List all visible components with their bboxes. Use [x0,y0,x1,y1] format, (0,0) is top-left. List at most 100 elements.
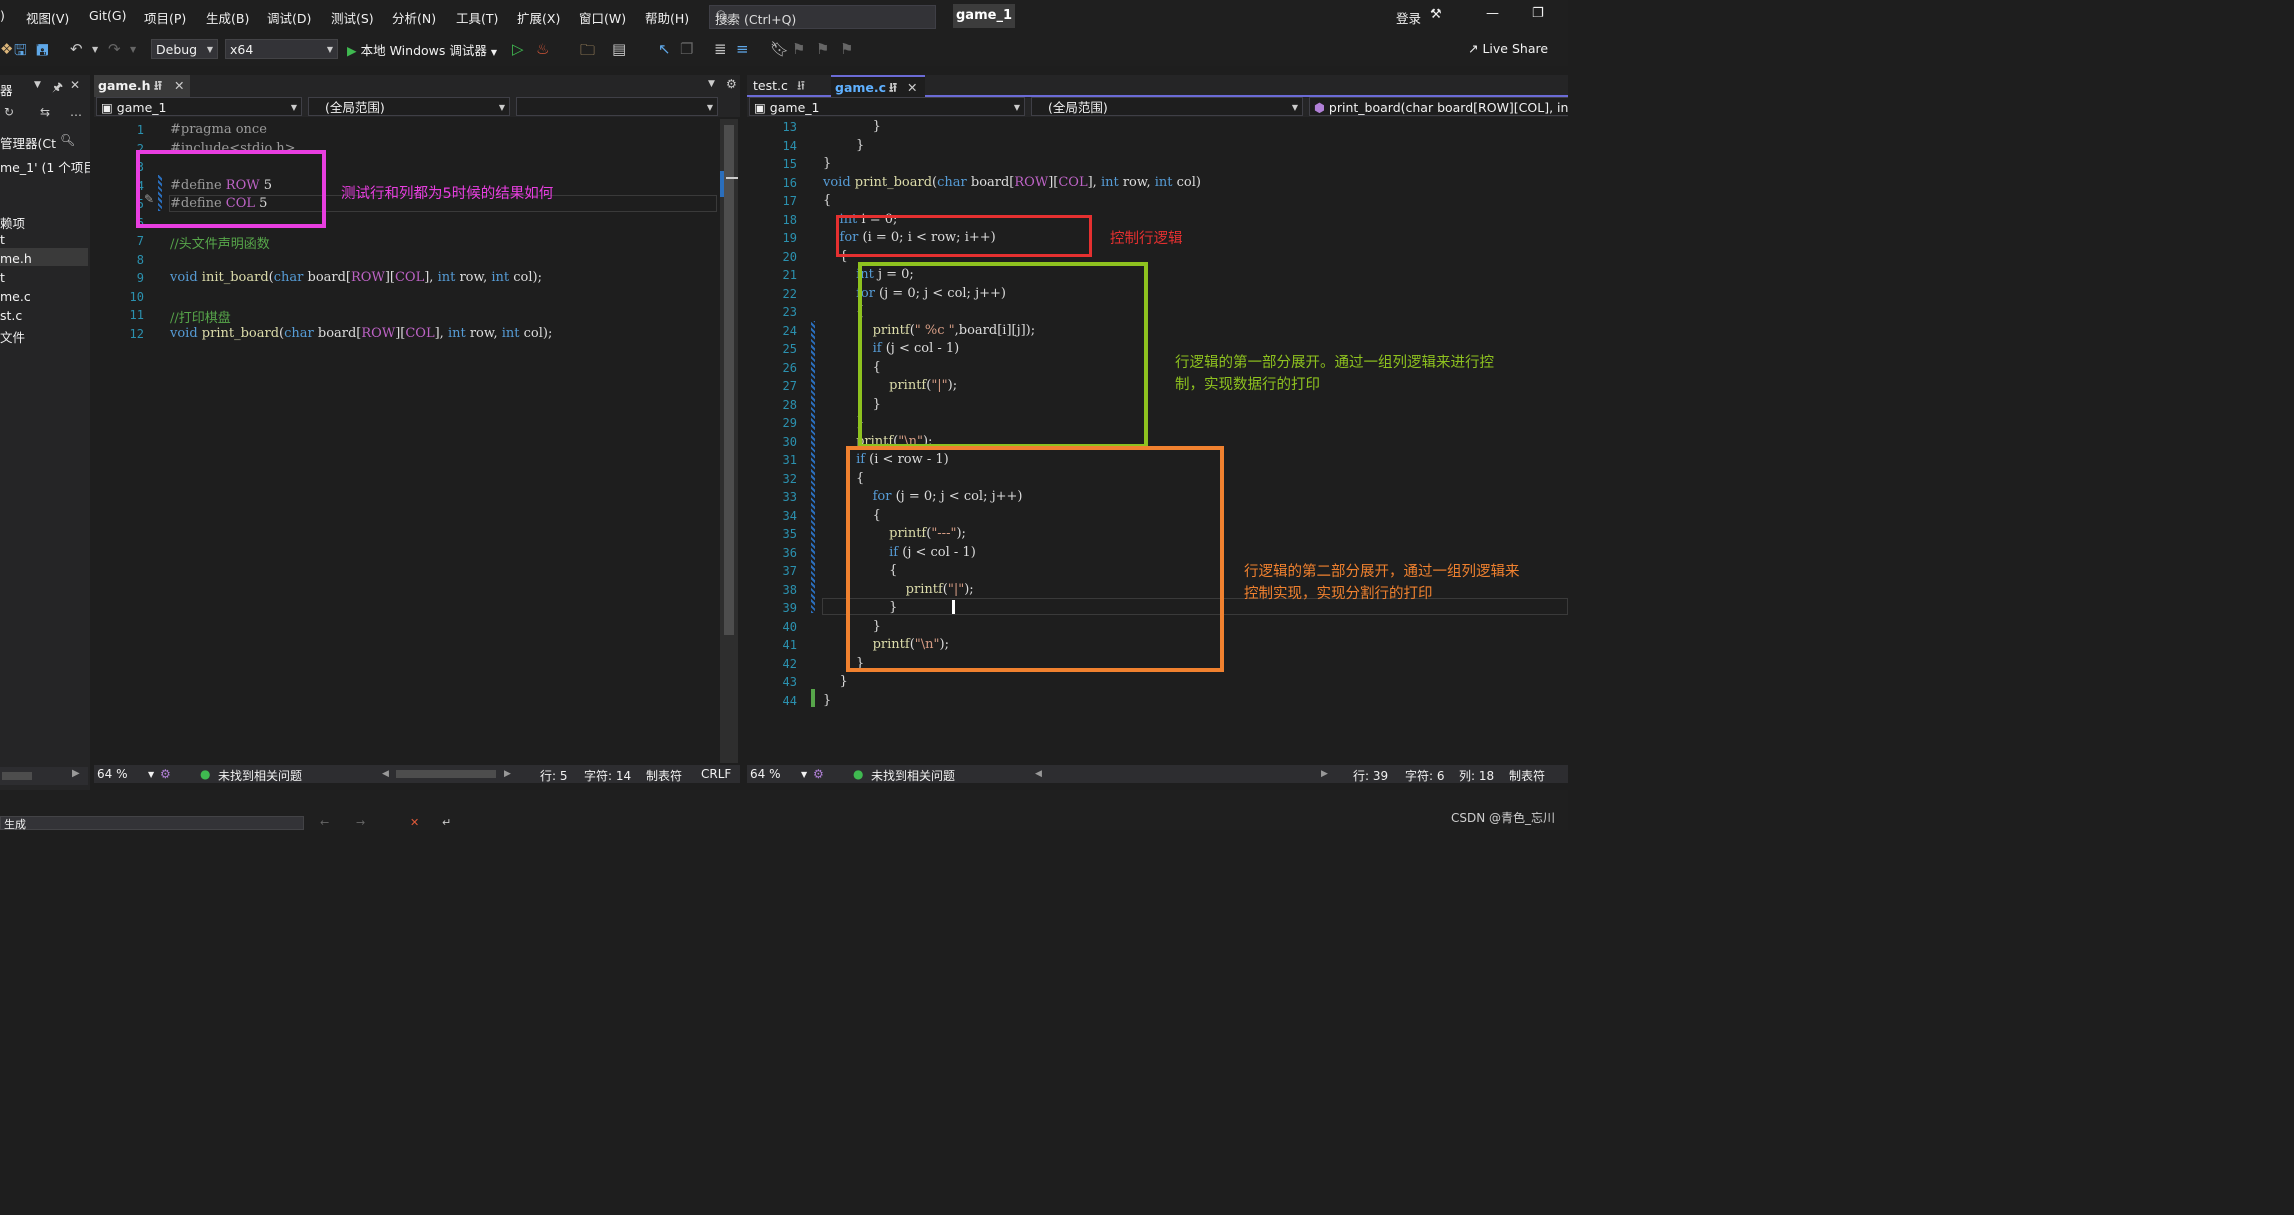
tree-item[interactable]: t [0,270,5,285]
eol-indicator[interactable]: CRLF [701,767,731,781]
menu-item-extensions[interactable]: 扩展(X) [517,8,560,27]
menu-item-git[interactable]: Git(G) [89,8,127,23]
find-next-icon[interactable]: → [356,816,365,829]
bookmark-icon[interactable]: 🔖︎ [770,40,789,58]
chevron-down-icon[interactable]: ▼ [708,79,715,89]
scroll-right-icon[interactable]: ▶ [72,768,80,779]
layout-icon[interactable]: ▤ [612,40,626,58]
minimize-icon[interactable]: — [1486,6,1499,21]
tree-item-game-h[interactable]: me.h [0,251,32,266]
history-icon[interactable]: ↻ [4,105,14,119]
menu-item-build[interactable]: 生成(B) [206,8,249,27]
close-icon[interactable]: ✕ [907,77,917,99]
horizontal-scroll-thumb[interactable] [396,770,496,778]
intellicode-icon[interactable]: ⚙ [813,767,824,781]
issues-status[interactable]: 未找到相关问题 [871,767,955,784]
clear-bookmarks-icon[interactable]: ⚑ [840,40,853,58]
project-select[interactable]: ▣ game_1 ▼ [96,97,302,116]
scroll-left-icon[interactable]: ◀ [1035,769,1042,779]
find-prev-icon[interactable]: ← [320,816,329,829]
horizontal-scrollbar[interactable]: ▶ [0,767,88,785]
code-line[interactable]: //打印棋盘 [170,307,231,326]
platform-select[interactable]: x64 ▼ [225,39,338,59]
menu-item-window[interactable]: 窗口(W) [579,8,626,27]
save-all-icon[interactable]: 🖪 [36,40,49,65]
word-wrap-icon[interactable]: ↵ [442,816,451,829]
select-icon[interactable]: ↖ [658,40,671,58]
member-select[interactable]: ▼ [516,97,718,116]
pin-icon[interactable]: ⭿ [889,77,897,99]
tab-indicator[interactable]: 制表符 [646,767,682,784]
tree-item[interactable]: t [0,232,5,247]
code-line[interactable]: } [823,693,831,708]
scroll-thumb[interactable] [724,125,734,635]
restore-icon[interactable]: ❐ [1532,6,1544,21]
account-icon[interactable]: ⚒ [1430,7,1442,22]
tab-game-h[interactable]: game.h ⭿ ✕ [94,75,190,97]
search-box[interactable]: 搜索 (Ctrl+Q) 🔍︎ [709,5,936,29]
chevron-down-icon[interactable]: ▼ [148,770,154,779]
tree-item-test-c[interactable]: st.c [0,308,22,323]
code-line[interactable]: } [823,156,831,171]
menu-item-test[interactable]: 测试(S) [331,8,374,27]
code-line[interactable]: void print_board(char board[ROW][COL], i… [170,326,552,341]
clear-all-icon[interactable]: ✕ [410,816,419,829]
tab-indicator[interactable]: 制表符 [1509,767,1545,784]
redo-dropdown-icon[interactable]: ▼ [130,45,136,54]
chevron-down-icon[interactable]: ▼ [34,80,41,90]
close-icon[interactable]: ✕ [70,78,80,92]
tree-item-game-c[interactable]: me.c [0,289,31,304]
new-file-icon[interactable]: ❖ [0,40,13,58]
solution-node[interactable]: me_1' (1 个项目 [0,157,90,176]
menu-item-tools[interactable]: 工具(T) [456,8,498,27]
live-share-button[interactable]: ↗ Live Share [1468,41,1548,56]
issues-status[interactable]: 未找到相关问题 [218,767,302,784]
zoom-level[interactable]: 64 % [750,767,781,781]
browse-icon[interactable]: 🗀 [580,40,595,65]
tree-item-files[interactable]: 文件 [0,327,25,346]
menu-item-debug[interactable]: 调试(D) [267,8,311,27]
code-line[interactable]: { [823,193,831,208]
member-select[interactable]: ⬢ print_board(char board[ROW][COL], int … [1309,97,1568,116]
pin-icon[interactable]: ⭿ [797,75,805,97]
next-bookmark-icon[interactable]: ⚑ [816,40,829,58]
menu-item-project[interactable]: 项目(P) [144,8,186,27]
search-icon[interactable]: 🔍︎ [60,133,75,147]
more-icon[interactable]: … [70,105,82,119]
uncomment-icon[interactable]: ≡ [736,40,749,58]
configuration-select[interactable]: Debug ▼ [151,39,218,59]
undo-icon[interactable]: ↶ [70,40,83,58]
scroll-left-icon[interactable]: ◀ [382,769,389,779]
scroll-thumb[interactable] [2,772,32,780]
zoom-level[interactable]: 64 % [97,767,128,781]
close-icon[interactable]: ✕ [174,75,184,97]
comment-icon[interactable]: ≣ [714,40,727,58]
scroll-right-icon[interactable]: ▶ [1321,769,1328,779]
code-line[interactable]: //头文件声明函数 [170,233,270,252]
output-source-select[interactable]: 生成 [0,816,304,831]
gear-icon[interactable]: ⚙ [726,77,737,91]
prev-bookmark-icon[interactable]: ⚑ [792,40,805,58]
code-line[interactable]: void init_board(char board[ROW][COL], in… [170,270,542,285]
chevron-down-icon[interactable]: ▼ [801,770,807,779]
scope-select[interactable]: (全局范围) ▼ [1031,97,1303,116]
copy-icon[interactable]: ❐ [680,40,693,58]
save-icon[interactable]: 🖫 [14,40,27,65]
intellicode-icon[interactable]: ⚙ [160,767,171,781]
code-line[interactable]: #pragma once [170,122,267,137]
pin-icon[interactable]: ⭿ [154,75,162,97]
run-debugger-button[interactable]: ▶ 本地 Windows 调试器 ▼ [347,40,497,59]
login-link[interactable]: 登录 [1396,8,1421,27]
menu-item-analyze[interactable]: 分析(N) [392,8,436,27]
code-line[interactable]: } [823,119,881,134]
scope-select[interactable]: (全局范围) ▼ [308,97,510,116]
tree-item-deps[interactable]: 赖项 [0,213,25,232]
redo-icon[interactable]: ↷ [108,40,121,58]
code-line[interactable]: } [823,138,864,153]
code-line[interactable]: } [823,674,848,689]
tab-test-c[interactable]: test.c ⭿ [749,75,829,97]
project-select[interactable]: ▣ game_1 ▼ [749,97,1025,116]
vertical-scrollbar[interactable] [720,119,738,763]
sync-icon[interactable]: ⇆ [40,105,50,119]
menu-item-view[interactable]: 视图(V) [26,8,69,27]
